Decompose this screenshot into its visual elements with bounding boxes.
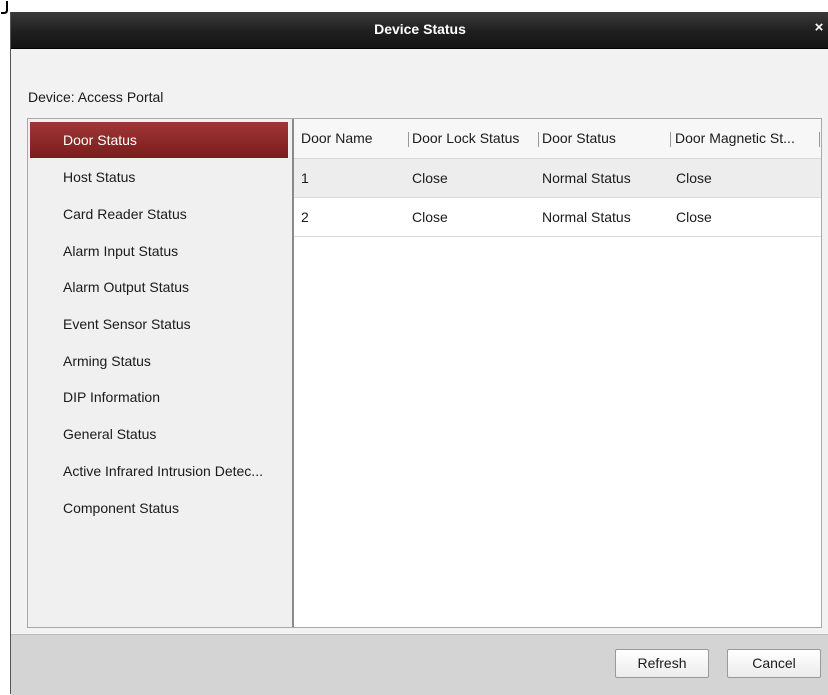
cell-door-name: 1 — [301, 170, 309, 186]
cell-door-status: Normal Status — [542, 209, 631, 225]
dialog-footer: Refresh Cancel — [11, 634, 828, 695]
table-row[interactable]: 2 Close Normal Status Close — [294, 198, 821, 237]
status-panel: Door Status Host Status Card Reader Stat… — [27, 118, 822, 628]
table-header: Door Name Door Lock Status Door Status D… — [294, 119, 821, 159]
close-icon[interactable]: × — [811, 18, 827, 38]
column-separator — [819, 132, 820, 147]
sidebar-item-door-status[interactable]: Door Status — [30, 122, 288, 158]
cancel-button[interactable]: Cancel — [727, 649, 821, 678]
sidebar-item-arming-status[interactable]: Arming Status — [30, 343, 288, 379]
cell-door-lock-status: Close — [412, 209, 448, 225]
sidebar-item-alarm-output-status[interactable]: Alarm Output Status — [30, 269, 288, 305]
sidebar-item-dip-information[interactable]: DIP Information — [30, 379, 288, 415]
corner-mark-icon — [1, 1, 8, 14]
cell-door-status: Normal Status — [542, 170, 631, 186]
sidebar-item-host-status[interactable]: Host Status — [30, 159, 288, 195]
cell-door-magnetic-status: Close — [676, 209, 712, 225]
cell-door-magnetic-status: Close — [676, 170, 712, 186]
dialog-title: Device Status — [374, 21, 466, 37]
column-separator — [670, 132, 671, 147]
title-bar: Device Status × — [11, 12, 828, 49]
refresh-button[interactable]: Refresh — [615, 649, 709, 678]
device-label: Device: Access Portal — [28, 89, 164, 105]
sidebar-item-active-infrared[interactable]: Active Infrared Intrusion Detec... — [30, 453, 288, 489]
door-status-table: Door Name Door Lock Status Door Status D… — [294, 119, 821, 627]
column-header-door-lock-status[interactable]: Door Lock Status — [412, 119, 544, 158]
cell-door-lock-status: Close — [412, 170, 448, 186]
sidebar-item-general-status[interactable]: General Status — [30, 416, 288, 452]
status-category-list: Door Status Host Status Card Reader Stat… — [28, 119, 294, 627]
cell-door-name: 2 — [301, 209, 309, 225]
column-header-door-magnetic-status[interactable]: Door Magnetic St... — [675, 119, 815, 158]
sidebar-item-card-reader-status[interactable]: Card Reader Status — [30, 196, 288, 232]
dialog-content: Device: Access Portal Door Status Host S… — [11, 49, 828, 634]
column-header-door-status[interactable]: Door Status — [542, 119, 666, 158]
sidebar-item-component-status[interactable]: Component Status — [30, 490, 288, 526]
column-separator — [408, 132, 409, 147]
column-header-door-name[interactable]: Door Name — [301, 119, 405, 158]
column-separator — [538, 132, 539, 147]
sidebar-item-event-sensor-status[interactable]: Event Sensor Status — [30, 306, 288, 342]
device-status-dialog: Device Status × Device: Access Portal Do… — [10, 12, 828, 695]
table-row[interactable]: 1 Close Normal Status Close — [294, 159, 821, 198]
sidebar-item-alarm-input-status[interactable]: Alarm Input Status — [30, 233, 288, 269]
